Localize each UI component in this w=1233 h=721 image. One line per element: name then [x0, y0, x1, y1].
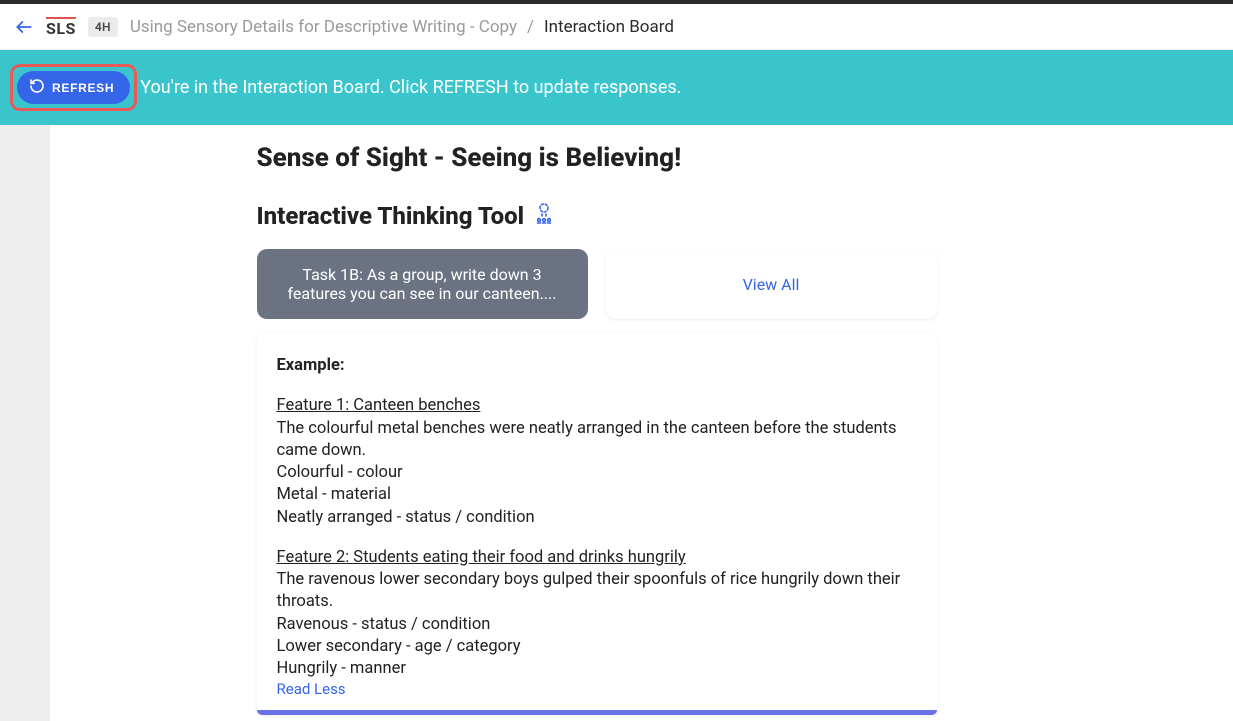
tool-title-text: Interactive Thinking Tool: [257, 202, 525, 230]
logo-sls: SLS: [46, 17, 76, 37]
header: SLS 4H Using Sensory Details for Descrip…: [0, 4, 1233, 50]
refresh-button[interactable]: REFRESH: [17, 71, 130, 104]
feature-2-attr-3: Hungrily - manner: [277, 658, 917, 680]
lightbulb-group-icon: [532, 201, 556, 231]
left-sidebar-spacer: [0, 125, 50, 721]
refresh-icon: [29, 78, 45, 97]
feature-1-attr-1: Colourful - colour: [277, 462, 917, 484]
feature-1-block: Feature 1: Canteen benches The colourful…: [277, 395, 917, 529]
class-badge: 4H: [88, 17, 118, 37]
back-arrow-icon[interactable]: [14, 17, 34, 37]
page-title: Sense of Sight - Seeing is Believing!: [257, 143, 937, 173]
feature-2-title: Feature 2: Students eating their food an…: [277, 548, 686, 567]
content-area: Sense of Sight - Seeing is Believing! In…: [0, 125, 1233, 721]
feature-1-description: The colourful metal benches were neatly …: [277, 418, 917, 463]
tab-task[interactable]: Task 1B: As a group, write down 3 featur…: [257, 249, 588, 319]
feature-2-attr-1: Ravenous - status / condition: [277, 614, 917, 636]
feature-1-attr-3: Neatly arranged - status / condition: [277, 507, 917, 529]
feature-1-title: Feature 1: Canteen benches: [277, 396, 481, 415]
tab-task-label: Task 1B: As a group, write down 3 featur…: [277, 265, 568, 303]
tabs-row: Task 1B: As a group, write down 3 featur…: [257, 249, 937, 319]
example-card: Example: Feature 1: Canteen benches The …: [257, 333, 937, 715]
main-content: Sense of Sight - Seeing is Believing! In…: [50, 125, 1233, 721]
feature-2-block: Feature 2: Students eating their food an…: [277, 547, 917, 681]
example-label: Example:: [277, 355, 917, 377]
refresh-highlight-box: REFRESH: [10, 64, 137, 111]
tab-view-all-label: View All: [743, 275, 800, 294]
refresh-button-label: REFRESH: [52, 81, 114, 95]
card-accent-bar: [257, 710, 937, 715]
feature-2-attr-2: Lower secondary - age / category: [277, 636, 917, 658]
tool-title: Interactive Thinking Tool: [257, 201, 937, 231]
feature-2-description: The ravenous lower secondary boys gulped…: [277, 569, 917, 614]
breadcrumb-current: Interaction Board: [544, 17, 674, 37]
read-less-link[interactable]: Read Less: [277, 680, 917, 698]
breadcrumb-separator: /: [527, 17, 534, 37]
info-banner: REFRESH You're in the Interaction Board.…: [0, 50, 1233, 125]
breadcrumb-parent[interactable]: Using Sensory Details for Descriptive Wr…: [130, 17, 517, 37]
banner-text: You're in the Interaction Board. Click R…: [140, 77, 681, 98]
tab-view-all[interactable]: View All: [606, 249, 937, 319]
feature-1-attr-2: Metal - material: [277, 484, 917, 506]
breadcrumb: Using Sensory Details for Descriptive Wr…: [130, 17, 674, 37]
